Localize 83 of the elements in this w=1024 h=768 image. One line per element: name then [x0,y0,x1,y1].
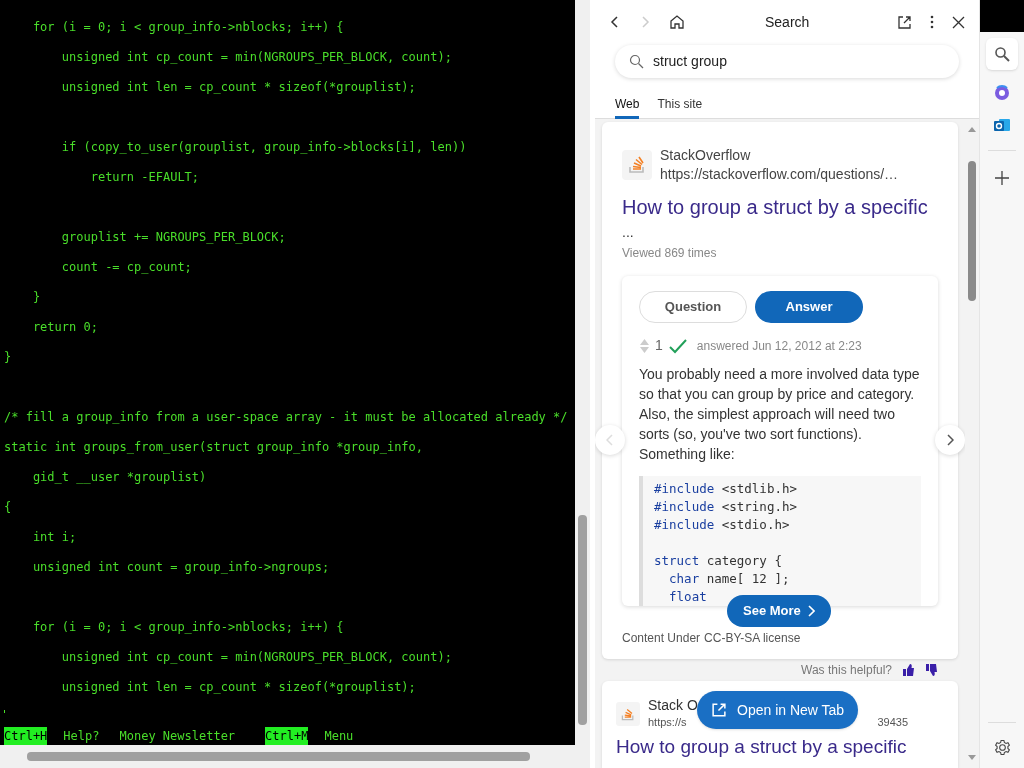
home-icon[interactable] [669,14,685,30]
open-external-icon [711,702,727,718]
result-title-link[interactable]: How to group a struct by a specific [616,735,944,759]
scroll-down-arrow-icon[interactable] [968,755,976,760]
stack-logo-icon [622,150,652,180]
open-external-icon[interactable] [897,14,912,30]
code-line: for (i = 0; i < group_info->nblocks; i++) { [31,619,345,636]
code-line: unsigned int len = cp_count * sizeof(*grouplist); [60,79,417,96]
scroll-up-arrow-icon[interactable] [968,127,976,132]
thumbs-up-icon[interactable] [902,664,915,676]
code-line: } [31,289,42,306]
code-line: unsigned int len = cp_count * sizeof(*grouplist); [60,679,417,696]
shortcut-key: Ctrl+H [4,727,48,745]
search-icon [629,54,644,69]
code-line: unsigned int cp_count = min(NGROUPS_PER_BLOCK, count); [60,49,453,66]
code-line: unsigned int count = group_info->ngroups; [31,559,331,576]
panel-title: Search [765,12,811,32]
view-toggle-button[interactable]: Answer [755,291,863,323]
chevron-left-icon [606,434,614,446]
license-text: Content Under [622,630,701,647]
code-line: gid_t __user *grouplist) [31,469,208,486]
code-line: unsigned int cp_count = min(NGROUPS_PER_BLOCK, count); [60,649,453,666]
source-name: Stack O [648,697,698,714]
result-url: 39435 [877,715,908,730]
code-line: static int groups_from_user(struct group_info *group_info, [4,439,425,456]
code-line: count -= cp_count; [60,259,193,276]
view-count: Viewed 869 times [622,245,718,262]
code-line: struct category { [654,552,782,570]
thumbs-down-icon[interactable] [925,664,938,676]
chevron-right-icon [806,605,815,617]
outlook-icon[interactable] [993,116,1011,134]
text-cursor [4,710,5,713]
horizontal-scrollbar[interactable] [0,745,590,768]
back-icon[interactable] [609,15,621,29]
result-title-link[interactable]: How to group a struct by a specific [622,194,938,220]
vote-count: 1 [655,336,663,355]
result-title-ellipsis: ... [622,223,635,242]
code-line: /* fill a group_info from a user-space array - it must be allocated already */ [4,409,569,426]
result-url: https://stackoverflow.com/questions/… [660,165,899,184]
view-toggle-button[interactable]: Question [639,291,747,323]
code-line: #include <stdlib.h> [654,480,797,498]
code-line: return 0; [31,319,99,336]
code-line: { [4,499,13,516]
code-line: if (copy_to_user(grouplist, group_info->blocks[i], len)) [60,139,468,156]
status-label: Money Newsletter [119,728,236,745]
more-options-icon[interactable] [930,15,934,29]
add-icon[interactable] [995,171,1009,185]
settings-icon[interactable] [993,739,1011,756]
code-line: } [4,349,13,366]
stack-logo-icon [616,702,640,726]
vertical-scrollbar[interactable] [575,0,590,745]
result-url: https://s [648,715,687,730]
source-name: StackOverflow [660,146,752,165]
copilot-icon[interactable] [993,84,1011,102]
carousel-next-button[interactable] [935,425,965,455]
answered-date: answered Jun 12, 2012 at 2:23 [696,337,862,355]
scrollbar-thumb[interactable] [578,515,587,725]
dark-corner-block [980,0,1024,32]
code-line: #include <string.h> [654,498,797,516]
vote-arrows-icon [639,337,650,354]
code-line: grouplist += NGROUPS_PER_BLOCK; [60,229,287,246]
search-icon [994,46,1010,62]
feedback-question: Was this helpful? [801,662,892,679]
search-sidebar-button[interactable] [986,38,1018,70]
code-line: char name[ 12 ]; [668,570,790,588]
shortcut-key: Ctrl+M [265,727,309,745]
license-link[interactable]: CC-BY-SA license [704,629,801,647]
open-in-new-tab-button[interactable]: Open in New Tab [697,691,859,729]
chevron-right-icon [946,434,954,446]
code-line: #include <stdio.h> [654,516,790,534]
code-line: int i; [31,529,78,546]
search-tab[interactable]: This site [657,94,703,119]
scrollbar-thumb[interactable] [968,161,976,301]
code-line: float [668,588,707,606]
see-more-button[interactable]: See More [727,595,831,627]
status-label: Menu [324,728,354,745]
close-icon[interactable] [952,15,965,29]
scrollbar-thumb[interactable] [27,752,530,761]
search-field[interactable]: struct group [653,51,903,72]
code-line: return -EFAULT; [89,169,201,186]
code-line: for (i = 0; i < group_info->nblocks; i++) { [31,19,345,36]
answer-text: You probably need a more involved data type so that you can group by price and category. Also, the simplest approach will need two sorts (so, you've two sort functions). Something like: [639,365,921,464]
status-label: Help? [63,728,100,745]
